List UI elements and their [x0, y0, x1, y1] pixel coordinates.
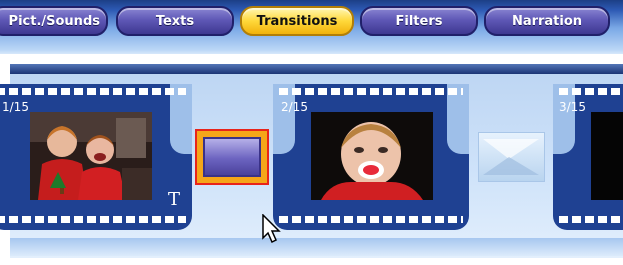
tab-texts[interactable]: Texts	[116, 6, 234, 36]
purple-fade-transition-icon	[203, 137, 261, 177]
transition-slot-selected[interactable]	[195, 129, 269, 185]
storyboard-top-border	[10, 64, 623, 74]
tab-transitions[interactable]: Transitions	[240, 6, 354, 36]
film-perforations-top	[559, 88, 623, 95]
text-marker: T	[167, 189, 180, 210]
film-perforations-top	[279, 88, 463, 95]
tab-filters[interactable]: Filters	[360, 6, 478, 36]
film-perforations-bottom	[0, 216, 186, 223]
film-frame-3[interactable]: 3/15	[553, 84, 623, 230]
slide-transition-icon[interactable]	[478, 132, 545, 182]
tab-bar: Pict./Sounds Texts Transitions Filters N…	[0, 0, 623, 54]
frame-number: 1/15	[2, 100, 29, 114]
film-perforations-bottom	[279, 216, 463, 223]
film-frame-2[interactable]: 2/15	[273, 84, 469, 230]
tab-pict-sounds[interactable]: Pict./Sounds	[0, 6, 108, 36]
film-frame-1[interactable]: 1/15 T	[0, 84, 192, 230]
toddler-with-pacifier-photo[interactable]	[311, 112, 433, 200]
mouse-cursor-icon	[262, 214, 281, 244]
storyboard-scroll-rail[interactable]	[10, 238, 623, 256]
two-children-christmas-photo[interactable]	[30, 112, 152, 200]
frame-number: 3/15	[559, 100, 586, 114]
dark-photo[interactable]	[591, 112, 623, 200]
film-perforations-bottom	[559, 216, 623, 223]
film-perforations-top	[0, 88, 186, 95]
frame-number: 2/15	[281, 100, 308, 114]
tab-narration[interactable]: Narration	[484, 6, 610, 36]
